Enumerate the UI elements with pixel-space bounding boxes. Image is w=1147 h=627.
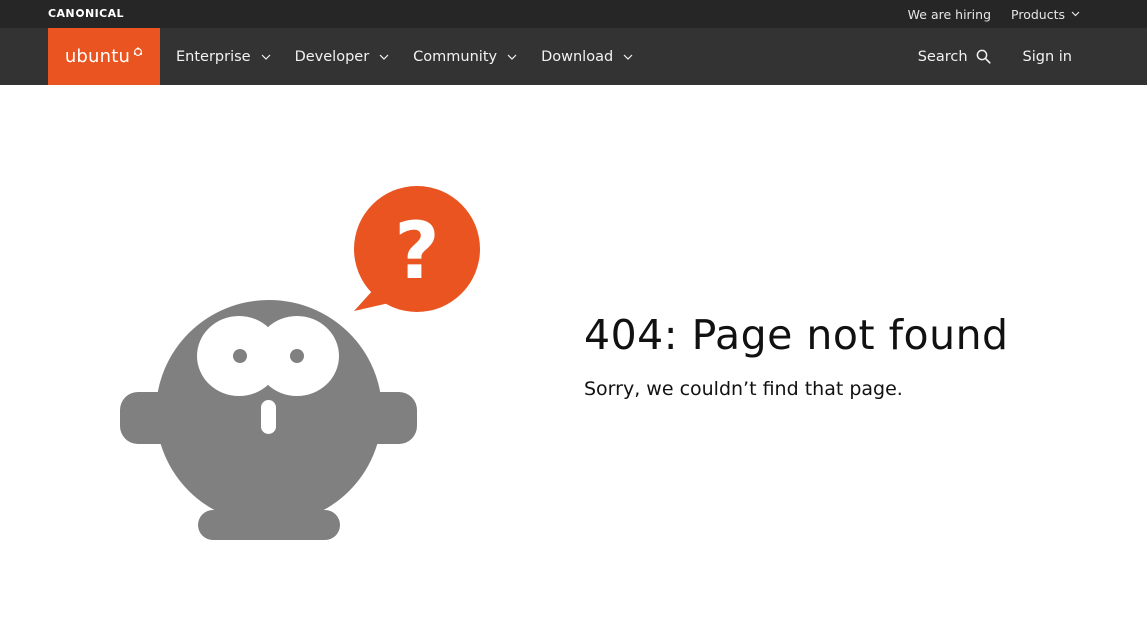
nav-item-label: Download xyxy=(541,48,614,65)
nav-item-enterprise[interactable]: Enterprise xyxy=(176,49,271,65)
canonical-logo-text-end: NICAL xyxy=(85,6,124,20)
circle-of-friends-icon xyxy=(133,46,143,56)
chevron-down-icon xyxy=(507,54,517,60)
confused-mascot-illustration: ? xyxy=(120,186,480,540)
question-mark-glyph: ? xyxy=(394,207,439,297)
canonical-logo-text-start: CAN xyxy=(48,6,75,20)
nav-item-download[interactable]: Download xyxy=(541,49,633,65)
global-topbar: CAN NICAL We are hiring Products xyxy=(0,0,1147,28)
sign-in-link[interactable]: Sign in xyxy=(1023,49,1072,65)
canonical-logo-o-icon xyxy=(76,9,84,17)
nav-item-label: Community xyxy=(413,48,498,65)
main-navigation: ubuntu Enterprise Developer Community Do… xyxy=(0,28,1147,85)
nav-menu: Enterprise Developer Community Download xyxy=(176,28,657,85)
ubuntu-logo[interactable]: ubuntu xyxy=(48,28,160,85)
products-label: Products xyxy=(1011,6,1065,22)
nav-actions: Search Sign in xyxy=(918,28,1072,85)
nav-item-community[interactable]: Community xyxy=(413,49,517,65)
question-bubble-icon: ? xyxy=(354,186,480,312)
canonical-logo[interactable]: CAN NICAL xyxy=(48,6,124,20)
chevron-down-icon xyxy=(379,54,389,60)
topbar-links: We are hiring Products xyxy=(908,5,1080,23)
mascot-body-icon xyxy=(120,300,417,540)
search-label: Search xyxy=(917,48,968,65)
error-message-block: 404: Page not found Sorry, we couldn’t f… xyxy=(584,306,1104,402)
chevron-down-icon xyxy=(261,54,271,60)
chevron-down-icon xyxy=(1071,11,1080,17)
ubuntu-wordmark: ubuntu xyxy=(64,46,131,67)
search-button[interactable]: Search xyxy=(918,49,991,65)
we-are-hiring-label: We are hiring xyxy=(907,6,992,22)
nav-item-label: Enterprise xyxy=(176,48,251,65)
error-description: Sorry, we couldn’t find that page. xyxy=(584,378,903,400)
we-are-hiring-link[interactable]: We are hiring xyxy=(908,7,991,22)
nav-item-label: Developer xyxy=(294,48,370,65)
chevron-down-icon xyxy=(623,54,633,60)
nav-item-developer[interactable]: Developer xyxy=(295,49,390,65)
products-dropdown[interactable]: Products xyxy=(1011,7,1080,22)
page-title: 404: Page not found xyxy=(584,311,1009,359)
search-icon xyxy=(976,49,991,64)
